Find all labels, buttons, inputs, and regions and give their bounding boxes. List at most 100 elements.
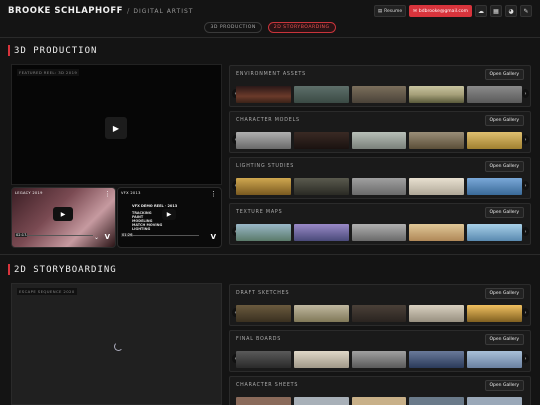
gallery-thumb[interactable]: [293, 178, 349, 195]
play-icon[interactable]: ▶: [105, 117, 127, 139]
gallery-thumbnails: [236, 132, 522, 149]
chevron-down-icon[interactable]: ⌄: [94, 234, 99, 241]
chevron-right-icon[interactable]: ›: [522, 308, 529, 317]
gallery-thumb[interactable]: [351, 178, 407, 195]
tab-2d-storyboarding[interactable]: 2D STORYBOARDING: [267, 22, 336, 33]
video-card-vfx[interactable]: VFX 2013 ⋮ VFX DEMO REEL · 2013 TRACKING…: [117, 187, 222, 248]
gallery-thumb[interactable]: [293, 397, 349, 405]
chevron-right-icon[interactable]: ›: [522, 354, 529, 363]
gallery-thumb[interactable]: [351, 224, 407, 241]
section-title-3d: 3D PRODUCTION: [8, 45, 97, 56]
gallery-thumb[interactable]: [293, 305, 349, 322]
section-accent-bar: [8, 264, 10, 275]
gallery-thumb[interactable]: [467, 351, 522, 368]
gallery-thumbnails: [236, 224, 522, 241]
chevron-right-icon[interactable]: ›: [522, 227, 529, 236]
gallery-thumb[interactable]: [409, 86, 465, 103]
gallery-thumb[interactable]: [293, 351, 349, 368]
gallery-title: LIGHTING STUDIES: [236, 164, 295, 169]
tab-3d-production[interactable]: 3D PRODUCTION: [204, 22, 262, 33]
play-icon[interactable]: ▶: [53, 207, 73, 221]
gallery-thumb[interactable]: [467, 132, 522, 149]
gallery-thumb[interactable]: [351, 132, 407, 149]
gallery-thumb[interactable]: [409, 305, 465, 322]
email-label: bdbrooke@gmail.com: [418, 8, 468, 14]
gallery-thumb[interactable]: [467, 224, 522, 241]
gallery-thumbnails: [236, 305, 522, 322]
gallery-thumb[interactable]: [236, 224, 291, 241]
gallery-thumb[interactable]: [236, 397, 291, 405]
portfolio-page: BROOKE SCHLAPHOFF / DIGITAL ARTIST ▤ Res…: [0, 0, 540, 405]
gallery-title: CHARACTER SHEETS: [236, 383, 299, 388]
gallery-thumb[interactable]: [236, 132, 291, 149]
brand-name[interactable]: BROOKE SCHLAPHOFF: [8, 6, 123, 16]
gallery-thumb[interactable]: [293, 132, 349, 149]
progress-track[interactable]: [26, 235, 93, 236]
section-tabs: 3D PRODUCTION 2D STORYBOARDING: [0, 22, 540, 34]
header-actions: ▤ Resume ✉ bdbrooke@gmail.com ☁ ▦ ◕ ✎: [373, 5, 532, 17]
gallery-thumb[interactable]: [409, 351, 465, 368]
gallery-thumb[interactable]: [467, 305, 522, 322]
pen-icon[interactable]: ✎: [520, 5, 532, 17]
open-gallery-button[interactable]: Open Gallery: [484, 288, 524, 299]
section-accent-bar: [8, 45, 10, 56]
open-gallery-button[interactable]: Open Gallery: [484, 207, 524, 218]
gallery-title: DRAFT SKETCHES: [236, 291, 290, 296]
open-gallery-button[interactable]: Open Gallery: [484, 69, 524, 80]
brand-tagline: DIGITAL ARTIST: [133, 7, 194, 15]
gallery-thumb[interactable]: [236, 178, 291, 195]
film-icon[interactable]: ▦: [490, 5, 502, 17]
more-icon[interactable]: ⋮: [210, 191, 217, 198]
gallery-title: ENVIRONMENT ASSETS: [236, 72, 307, 77]
open-gallery-button[interactable]: Open Gallery: [484, 161, 524, 172]
gallery-thumb[interactable]: [351, 86, 407, 103]
divider: [0, 37, 540, 38]
gallery-thumb[interactable]: [467, 397, 522, 405]
gallery-thumb[interactable]: [409, 224, 465, 241]
gallery-character-models: CHARACTER MODELS Open Gallery ‹ ›: [229, 111, 531, 153]
open-gallery-button[interactable]: Open Gallery: [484, 380, 524, 391]
vimeo-icon[interactable]: V: [105, 233, 110, 241]
more-icon[interactable]: ⋮: [104, 191, 111, 198]
gallery-thumb[interactable]: [351, 397, 407, 405]
divider: [0, 254, 540, 255]
gallery-thumb[interactable]: [467, 86, 522, 103]
gallery-thumbnails: [236, 178, 522, 195]
gallery-thumb[interactable]: [467, 178, 522, 195]
chevron-right-icon[interactable]: ›: [522, 89, 529, 98]
chevron-right-icon[interactable]: ›: [522, 181, 529, 190]
gallery-thumb[interactable]: [409, 178, 465, 195]
featured-reel-3d[interactable]: FEATURED REEL: 3D 2019 ▶: [11, 64, 222, 185]
gallery-environment-assets: ENVIRONMENT ASSETS Open Gallery ‹ ›: [229, 65, 531, 107]
chevron-right-icon[interactable]: ›: [522, 135, 529, 144]
section-title-text: 2D STORYBOARDING: [14, 264, 117, 275]
reel-credits: TRACKING PAINT MODELING MATCH MOVING LIG…: [132, 211, 163, 231]
gallery-thumb[interactable]: [351, 351, 407, 368]
play-icon[interactable]: ▶: [162, 209, 176, 220]
vimeo-icon[interactable]: V: [211, 233, 216, 241]
resume-button[interactable]: ▤ Resume: [373, 5, 407, 17]
video-title: VFX 2013: [121, 191, 141, 195]
video-title: LEGACY 2019: [15, 191, 43, 195]
reel-subtitle: VFX DEMO REEL · 2013: [132, 204, 178, 208]
open-gallery-button[interactable]: Open Gallery: [484, 334, 524, 345]
email-button[interactable]: ✉ bdbrooke@gmail.com: [409, 5, 472, 17]
palette-icon[interactable]: ◕: [505, 5, 517, 17]
open-gallery-button[interactable]: Open Gallery: [484, 115, 524, 126]
featured-reel-2d[interactable]: ESCAPE SEQUENCE 2020: [11, 283, 222, 405]
gallery-thumb[interactable]: [351, 305, 407, 322]
gallery-final-boards: FINAL BOARDS Open Gallery ‹ ›: [229, 330, 531, 372]
gallery-thumb[interactable]: [236, 351, 291, 368]
featured-label: ESCAPE SEQUENCE 2020: [17, 288, 77, 295]
gallery-lighting-studies: LIGHTING STUDIES Open Gallery ‹ ›: [229, 157, 531, 199]
gallery-thumb[interactable]: [293, 224, 349, 241]
gallery-thumb[interactable]: [409, 132, 465, 149]
video-card-legacy[interactable]: LEGACY 2019 ⋮ ▶ 02:17 ⌄ V: [11, 187, 116, 248]
gallery-texture-maps: TEXTURE MAPS Open Gallery ‹ ›: [229, 203, 531, 245]
gallery-thumb[interactable]: [236, 86, 291, 103]
gallery-thumb[interactable]: [236, 305, 291, 322]
gallery-thumb[interactable]: [409, 397, 465, 405]
gallery-thumb[interactable]: [293, 86, 349, 103]
progress-track[interactable]: [132, 235, 199, 236]
cloud-icon[interactable]: ☁: [475, 5, 487, 17]
